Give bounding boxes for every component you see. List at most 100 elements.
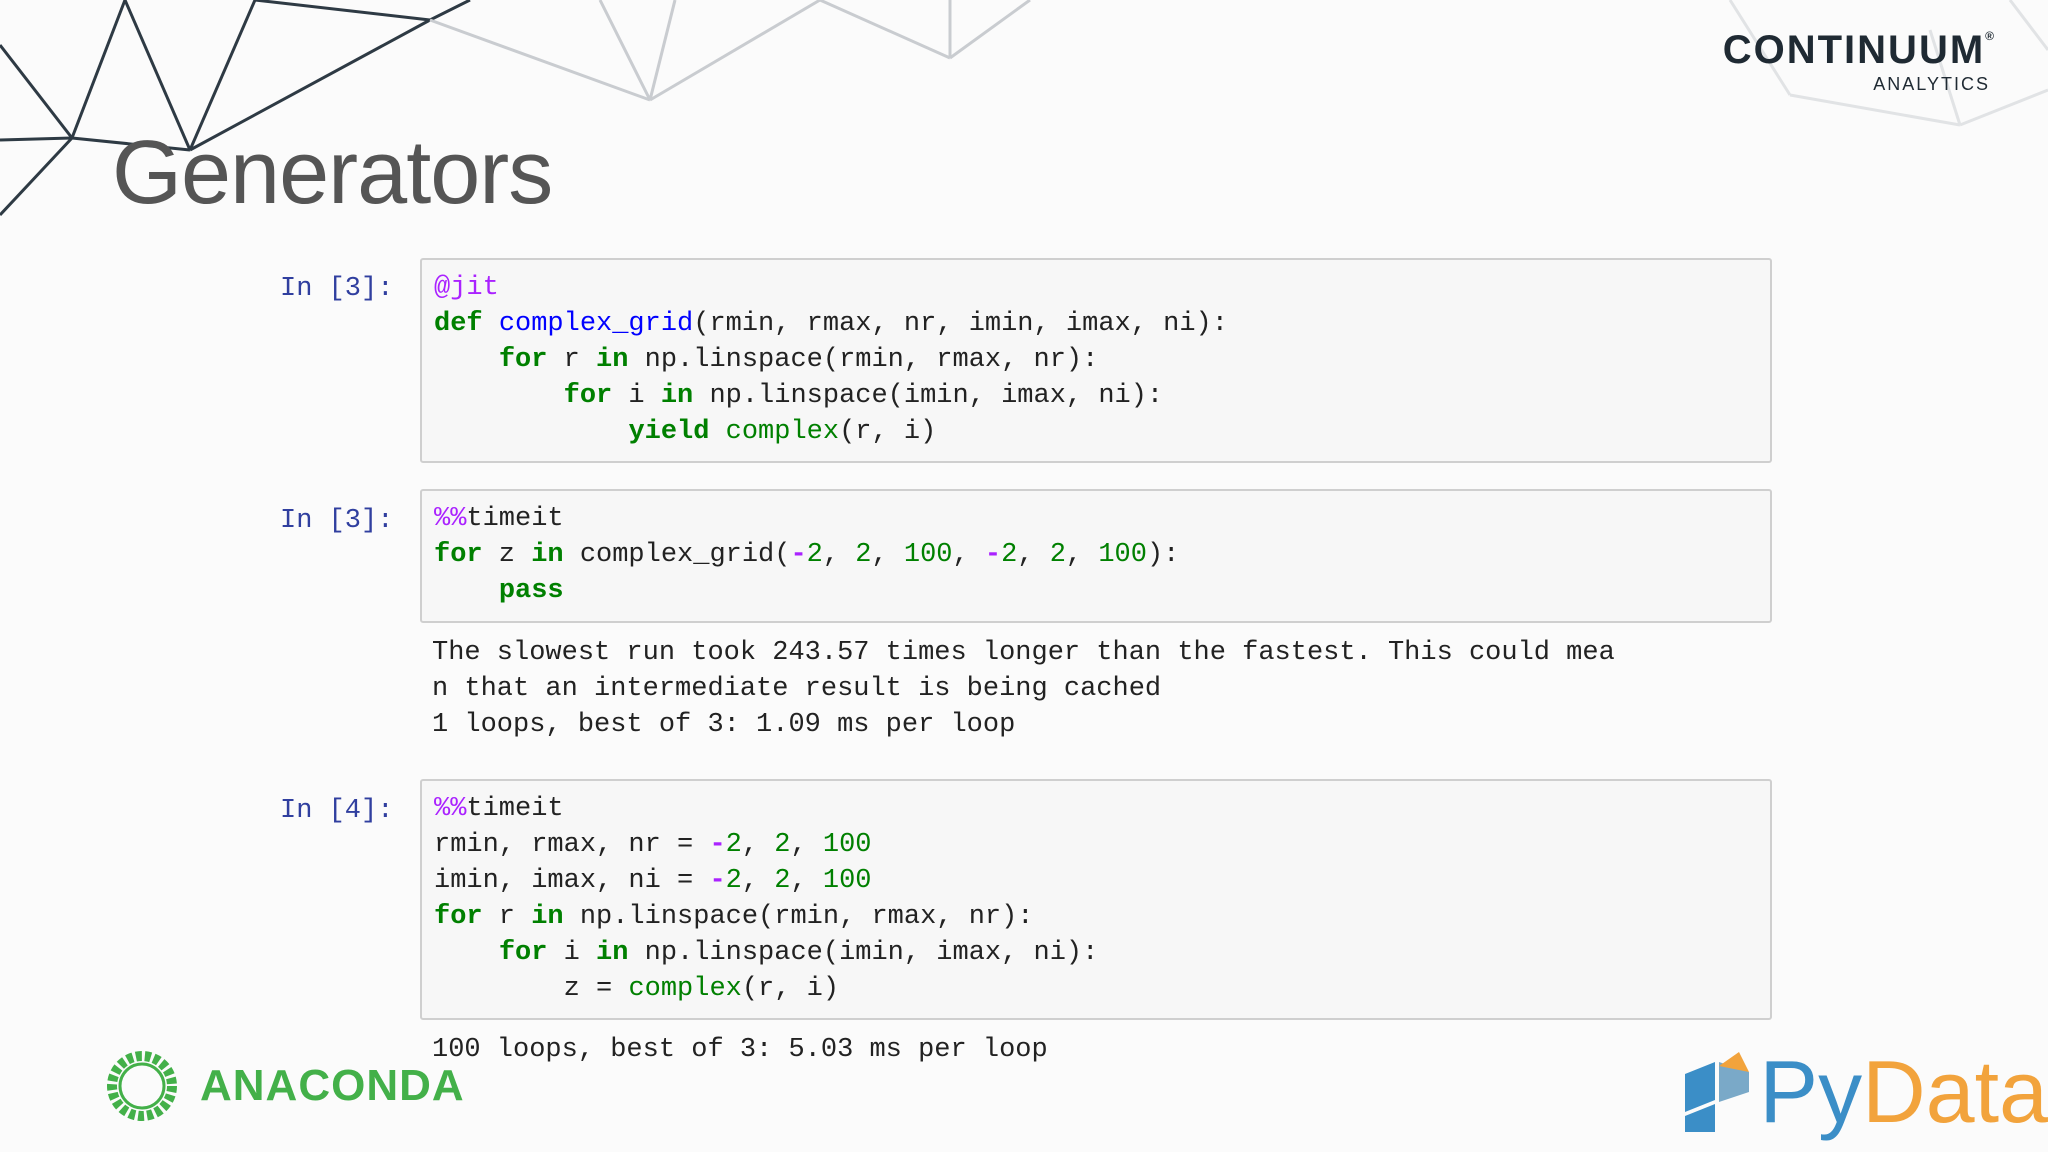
code-token: , [952, 540, 985, 570]
code-token: i [612, 381, 661, 411]
cell-prompt: In [3]: [280, 506, 394, 536]
code-token: rmin, rmax, nr = [434, 830, 710, 860]
code-token: in [596, 345, 629, 375]
code-line: imin, imax, ni = -2, 2, 100 [434, 863, 1758, 899]
code-token: 2 [1049, 540, 1066, 570]
cell-prompt: In [4]: [280, 796, 394, 826]
cell-output: 100 loops, best of 3: 5.03 ms per loop [432, 1032, 1048, 1068]
code-line: for i in np.linspace(imin, imax, ni): [434, 935, 1758, 971]
code-token: 100 [822, 830, 872, 860]
code-token: 2 [725, 866, 742, 896]
code-line: rmin, rmax, nr = -2, 2, 100 [434, 827, 1758, 863]
code-token: 2 [855, 540, 872, 570]
code-token: , [790, 866, 823, 896]
code-token: , [790, 830, 823, 860]
code-token: z = [434, 974, 629, 1004]
code-token: , [1065, 540, 1099, 570]
code-token: complex [725, 417, 840, 447]
code-token: - [709, 866, 726, 896]
code-token: 2 [806, 540, 823, 570]
output-line: 100 loops, best of 3: 5.03 ms per loop [432, 1035, 1048, 1065]
code-line: for z in complex_grid(-2, 2, 100, -2, 2,… [434, 537, 1758, 573]
pydata-cube-icon [1685, 1052, 1750, 1132]
code-token: , [1017, 540, 1050, 570]
code-token: pass [498, 576, 564, 606]
slide-title: Generators [112, 123, 553, 223]
code-token: for [434, 540, 483, 570]
code-token: %% [434, 794, 467, 824]
output-line: The slowest run took 243.57 times longer… [432, 638, 1615, 668]
code-token: , [871, 540, 904, 570]
code-token: in [531, 540, 564, 570]
code-token: in [660, 381, 694, 411]
code-token: for [434, 902, 483, 932]
anaconda-ring-icon [107, 1051, 177, 1121]
code-token: ): [1146, 540, 1180, 570]
code-token: (r, i) [741, 974, 840, 1004]
code-token: timeit [466, 794, 564, 824]
code-token: np.linspace(rmin, rmax, nr): [628, 345, 1099, 375]
code-line: for i in np.linspace(imin, imax, ni): [434, 378, 1758, 414]
code-token: in [596, 938, 629, 968]
code-line: z = complex(r, i) [434, 971, 1758, 1007]
code-token: np.linspace(imin, imax, ni): [693, 381, 1164, 411]
code-token: - [790, 540, 807, 570]
anaconda-wordmark: ANACONDA [200, 1061, 465, 1110]
code-token: 2 [725, 830, 742, 860]
code-token: , [822, 540, 856, 570]
code-token: i [547, 938, 597, 968]
output-line: 1 loops, best of 3: 1.09 ms per loop [432, 710, 1016, 740]
code-token: 100 [1098, 540, 1147, 570]
brand-subtitle: ANALYTICS [1873, 74, 1990, 94]
code-token: complex [628, 974, 742, 1004]
code-token: 2 [1001, 540, 1018, 570]
code-token: , [741, 866, 775, 896]
code-line: for r in np.linspace(rmin, rmax, nr): [434, 342, 1758, 378]
code-line: %%timeit [434, 791, 1758, 827]
brand-name: CONTINUUM [1722, 28, 1986, 72]
code-token: in [531, 902, 564, 932]
code-cell[interactable]: %%timeit for z in complex_grid(-2, 2, 100… [420, 489, 1772, 623]
code-token: - [709, 830, 726, 860]
code-token: , [741, 830, 775, 860]
code-token: def [434, 309, 483, 339]
code-token: for [498, 345, 548, 375]
code-token: imin, imax, ni = [434, 866, 710, 896]
output-line: n that an intermediate result is being c… [432, 674, 1162, 704]
pydata-wordmark: PyData [1759, 1048, 2048, 1136]
code-token: complex_grid( [563, 540, 791, 570]
code-line: def complex_grid(rmin, rmax, nr, imin, i… [434, 306, 1758, 342]
code-token: (rmin, rmax, nr, imin, imax, ni): [693, 309, 1228, 339]
code-token: @jit [434, 273, 499, 303]
code-token: np.linspace(rmin, rmax, nr): [563, 902, 1034, 932]
pydata-data: Data [1862, 1042, 2048, 1141]
code-line: pass [434, 573, 1758, 609]
pydata-logo: PyData [1681, 1048, 2048, 1136]
code-line: @jit [434, 270, 1758, 306]
code-token: for [498, 938, 548, 968]
code-token: np.linspace(imin, imax, ni): [628, 938, 1099, 968]
code-token: complex_grid [498, 309, 694, 339]
code-cell[interactable]: %%timeit rmin, rmax, nr = -2, 2, 100 imin,… [420, 779, 1772, 1020]
code-token: z [482, 540, 532, 570]
code-token: yield [628, 417, 710, 447]
trademark-symbol: ® [1985, 29, 1996, 43]
code-token: %% [434, 504, 467, 534]
code-token: - [984, 540, 1002, 570]
code-token: 100 [822, 866, 872, 896]
code-token: for [563, 381, 613, 411]
code-token: (r, i) [839, 417, 937, 447]
code-token: timeit [466, 504, 564, 534]
code-token: 100 [903, 540, 953, 570]
cell-output: The slowest run took 243.57 times longer… [432, 635, 1615, 743]
pydata-py: Py [1759, 1042, 1863, 1141]
code-line: yield complex(r, i) [434, 414, 1758, 450]
code-cell[interactable]: @jit def complex_grid(rmin, rmax, nr, imi… [420, 258, 1772, 463]
